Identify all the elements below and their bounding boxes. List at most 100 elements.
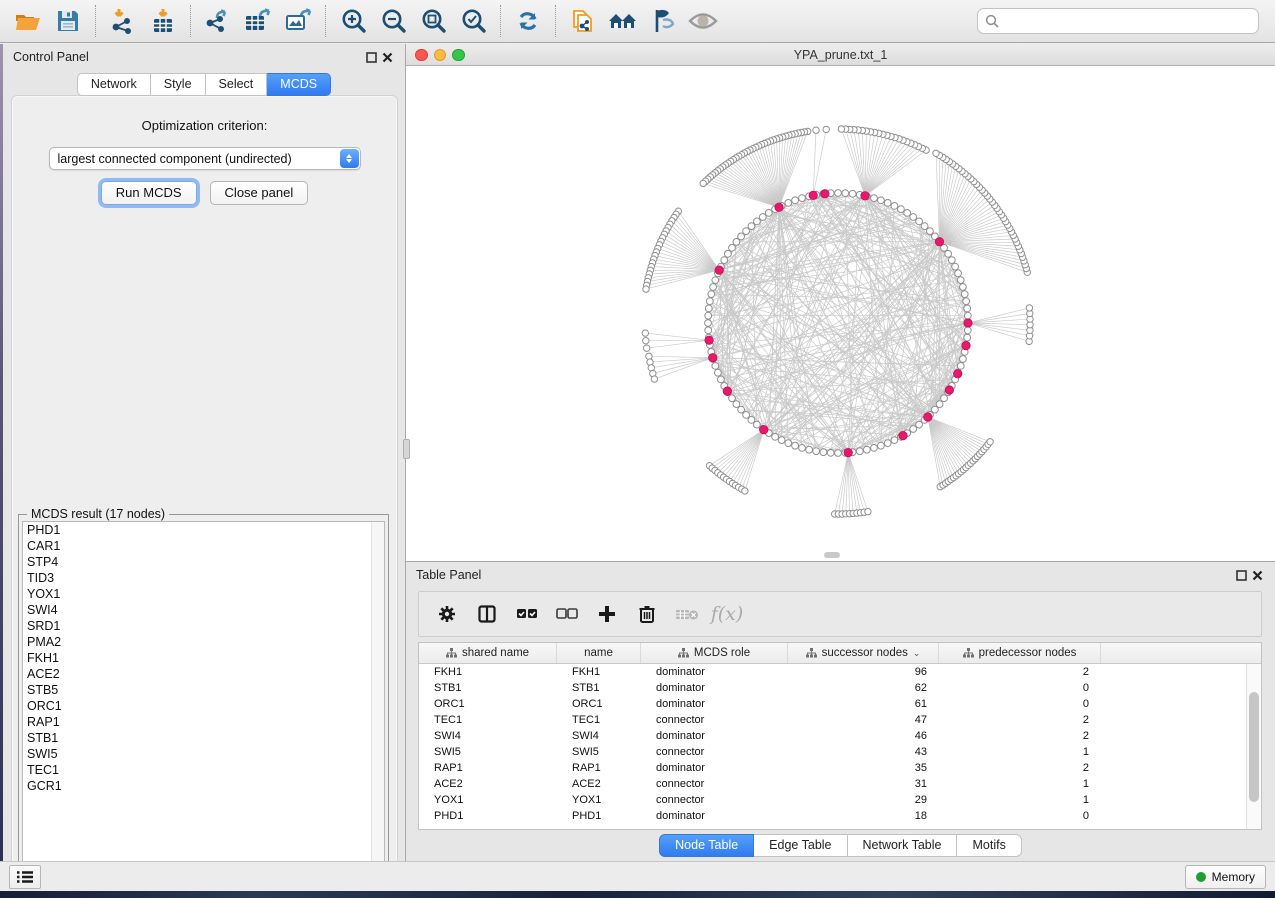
tab-style[interactable]: Style [151, 73, 206, 96]
mcds-result-item[interactable]: TID3 [23, 570, 384, 586]
network-node[interactable] [813, 127, 819, 133]
network-mcds-node[interactable] [964, 319, 972, 327]
network-node[interactable] [864, 446, 871, 453]
tab-mcds[interactable]: MCDS [267, 73, 331, 96]
mcds-result-item[interactable]: STP4 [23, 554, 384, 570]
network-node[interactable] [827, 449, 834, 456]
network-mcds-node[interactable] [760, 426, 768, 434]
tab-edge-table[interactable]: Edge Table [754, 834, 847, 857]
mcds-result-item[interactable]: RAP1 [23, 714, 384, 730]
network-node[interactable] [910, 214, 917, 221]
network-mcds-node[interactable] [715, 266, 723, 274]
network-node[interactable] [987, 439, 993, 445]
network-node[interactable] [706, 298, 713, 305]
import-network-button[interactable] [103, 2, 143, 40]
network-node[interactable] [778, 437, 785, 444]
export-network-button[interactable] [198, 2, 238, 40]
network-node[interactable] [898, 206, 905, 213]
mcds-result-item[interactable]: SWI5 [23, 746, 384, 762]
refresh-button[interactable] [508, 2, 548, 40]
network-node[interactable] [644, 345, 650, 351]
network-mcds-node[interactable] [924, 413, 932, 421]
network-node[interactable] [729, 244, 736, 251]
network-mcds-node[interactable] [935, 238, 943, 246]
network-node[interactable] [718, 376, 725, 383]
network-node[interactable] [856, 448, 863, 455]
network-node[interactable] [865, 508, 871, 514]
network-mcds-node[interactable] [844, 448, 852, 456]
global-search-box[interactable] [977, 8, 1259, 34]
network-node[interactable] [813, 448, 820, 455]
network-node[interactable] [941, 395, 948, 402]
network-node[interactable] [878, 197, 885, 204]
export-table-button[interactable] [238, 2, 278, 40]
network-node[interactable] [759, 214, 766, 221]
network-node[interactable] [733, 239, 740, 246]
network-node[interactable] [646, 353, 652, 359]
network-node[interactable] [742, 488, 748, 494]
search-input[interactable] [1004, 14, 1251, 28]
select-all-rows-button[interactable] [509, 595, 545, 633]
network-mcds-node[interactable] [821, 190, 829, 198]
close-window-icon[interactable] [415, 49, 428, 62]
network-node[interactable] [871, 195, 878, 202]
network-window-titlebar[interactable]: YPA_prune.txt_1 [406, 44, 1275, 66]
network-node[interactable] [748, 223, 755, 230]
open-file-button[interactable] [8, 2, 48, 40]
network-node[interactable] [835, 190, 842, 197]
network-node[interactable] [743, 412, 750, 419]
zoom-fit-button[interactable] [413, 2, 453, 40]
network-node[interactable] [964, 327, 971, 334]
network-node[interactable] [878, 442, 885, 449]
network-node[interactable] [754, 421, 761, 428]
network-node[interactable] [964, 334, 971, 341]
network-node[interactable] [904, 210, 911, 217]
new-network-from-selection-button[interactable] [563, 2, 603, 40]
column-header-name[interactable]: name [557, 643, 641, 663]
zoom-out-button[interactable] [373, 2, 413, 40]
network-node[interactable] [643, 286, 649, 292]
network-node[interactable] [710, 284, 717, 291]
table-row[interactable]: TEC1TEC1connector472 [419, 712, 1261, 728]
mcds-result-item[interactable]: STB1 [23, 730, 384, 746]
network-node[interactable] [849, 190, 856, 197]
run-mcds-button[interactable]: Run MCDS [101, 181, 197, 205]
show-panels-menu-button[interactable] [9, 865, 41, 889]
network-node[interactable] [725, 250, 732, 257]
column-header-shared-name[interactable]: shared name [419, 643, 557, 663]
create-column-button[interactable] [589, 595, 625, 633]
maximize-window-icon[interactable] [452, 49, 465, 62]
network-node[interactable] [743, 228, 750, 235]
mcds-result-item[interactable]: PMA2 [23, 634, 384, 650]
tab-motifs[interactable]: Motifs [957, 834, 1021, 857]
mcds-result-item[interactable]: TEC1 [23, 762, 384, 778]
mcds-result-item[interactable]: FKH1 [23, 650, 384, 666]
network-node[interactable] [838, 126, 844, 132]
network-mcds-node[interactable] [709, 354, 717, 362]
close-table-panel-button[interactable] [1249, 567, 1265, 583]
network-mcds-node[interactable] [723, 387, 731, 395]
mcds-result-list[interactable]: PHD1CAR1STP4TID3YOX1SWI4SRD1PMA2FKH1ACE2… [22, 521, 385, 878]
network-node[interactable] [964, 305, 971, 312]
network-node[interactable] [792, 442, 799, 449]
network-node[interactable] [799, 445, 806, 452]
float-panel-button[interactable] [363, 49, 379, 65]
network-node[interactable] [884, 200, 891, 207]
network-node[interactable] [799, 195, 806, 202]
network-node[interactable] [835, 450, 842, 457]
column-header-MCDS-role[interactable]: MCDS role [641, 643, 788, 663]
network-node[interactable] [765, 210, 772, 217]
delete-column-button[interactable] [629, 595, 665, 633]
network-node[interactable] [772, 433, 779, 440]
network-node[interactable] [705, 312, 712, 319]
close-panel-button[interactable] [379, 49, 395, 65]
network-node[interactable] [936, 401, 943, 408]
column-header-successor-nodes[interactable]: successor nodes⌄ [788, 643, 939, 663]
network-node[interactable] [643, 338, 649, 344]
table-row[interactable]: RAP1RAP1dominator352 [419, 760, 1261, 776]
network-node[interactable] [945, 250, 952, 257]
network-node[interactable] [957, 277, 964, 284]
table-vscrollbar-thumb[interactable] [1249, 692, 1259, 802]
network-node[interactable] [842, 190, 849, 197]
network-node[interactable] [884, 440, 891, 447]
